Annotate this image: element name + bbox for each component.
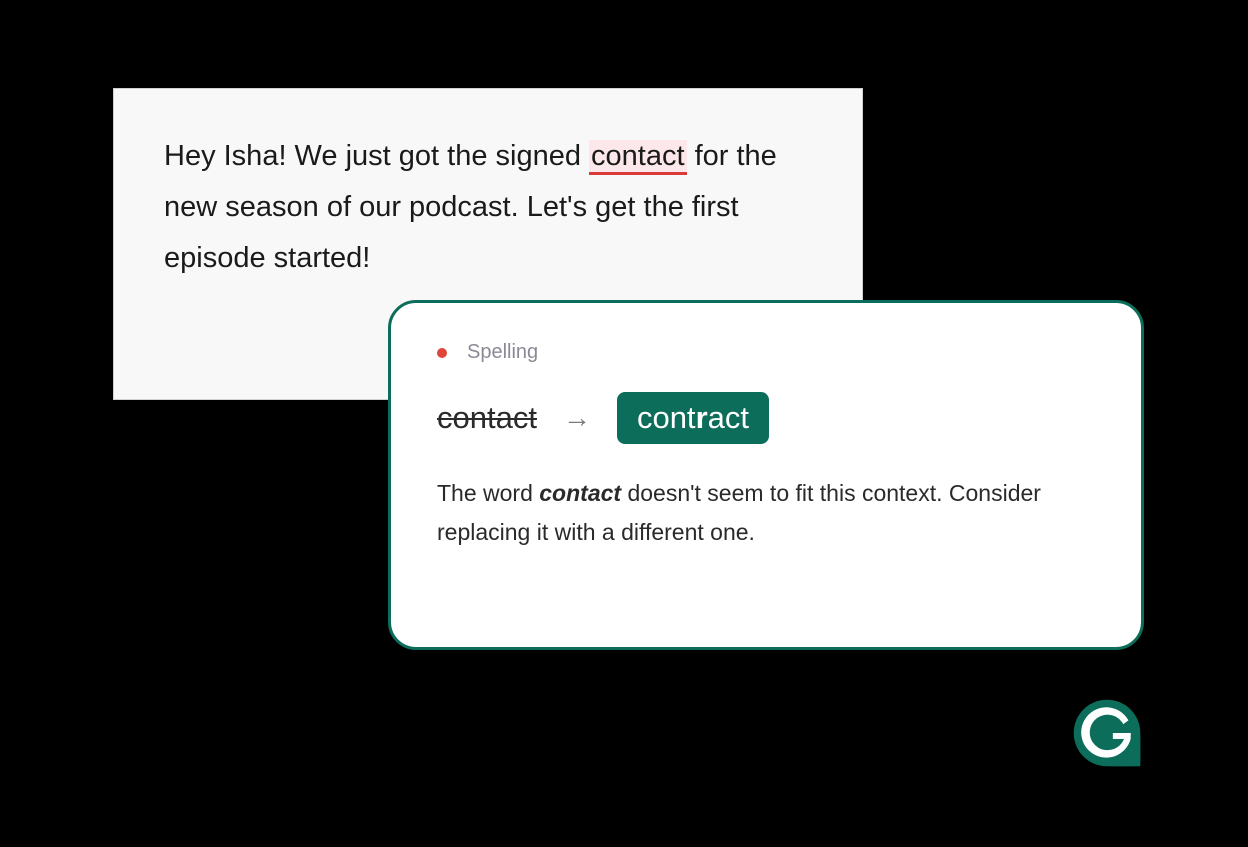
arrow-right-icon: →	[563, 402, 591, 434]
suggestion-header: Spelling	[437, 341, 1095, 364]
replacement-prefix: cont	[637, 400, 696, 435]
original-word-strikethrough: contact	[437, 400, 537, 436]
replacement-highlighted-letter: r	[696, 400, 708, 435]
explanation-flagged-word: contact	[539, 480, 621, 506]
explanation-before: The word	[437, 480, 539, 506]
suggestion-card: Spelling contact → contract The word con…	[388, 300, 1144, 650]
editor-text-content[interactable]: Hey Isha! We just got the signed contact…	[164, 131, 812, 283]
suggestion-category-label: Spelling	[467, 341, 538, 364]
suggestion-explanation: The word contact doesn't seem to fit thi…	[437, 474, 1095, 552]
error-dot-icon	[437, 348, 447, 358]
replacement-suggestion-button[interactable]: contract	[617, 392, 769, 444]
suggestion-replacement-row: contact → contract	[437, 392, 1095, 444]
grammarly-badge-icon[interactable]	[1070, 696, 1144, 770]
replacement-suffix: act	[708, 400, 749, 435]
text-before-flag: Hey Isha! We just got the signed	[164, 140, 589, 172]
flagged-word[interactable]: contact	[589, 140, 687, 175]
